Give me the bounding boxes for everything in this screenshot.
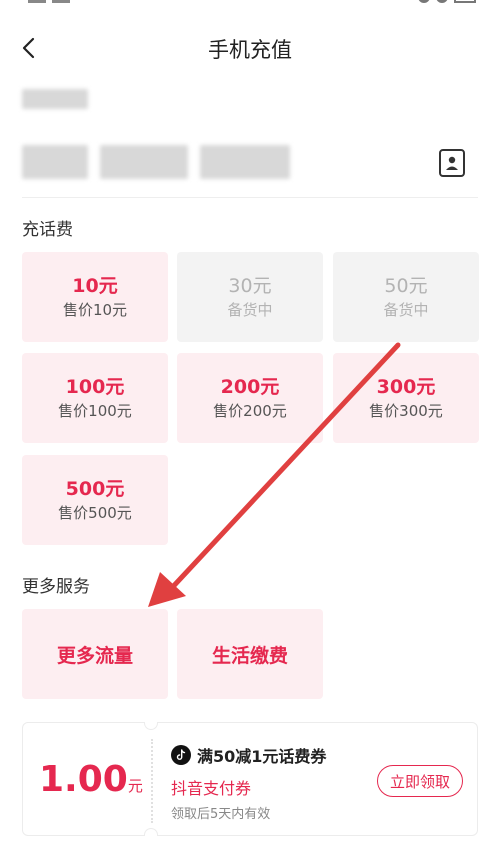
tile-amount: 100元 [65,376,125,398]
coupon-subtitle: 抖音支付券 [171,779,252,798]
signal-icon [52,0,70,3]
tile-amount: 500元 [65,478,125,500]
tile-amount: 30元 [228,275,272,297]
coupon-price-unit: 元 [127,777,143,795]
tile-price: 售价300元 [369,402,443,420]
tile-stock-status: 备货中 [227,301,273,319]
tile-price: 售价10元 [62,301,128,319]
blurred-phone-number [22,145,88,179]
coupon-card: 1.00元 满50减1元话费券 抖音支付券 领取后5天内有效 立即领取 [22,722,478,836]
tile-amount: 200元 [220,376,280,398]
coupon-price-value: 1.00 [39,759,128,800]
service-label: 更多流量 [56,644,133,667]
tile-amount: 10元 [72,275,118,297]
tile-price: 售价200元 [213,402,287,420]
recharge-tile-300[interactable]: 300元 售价300元 [333,353,479,443]
claim-coupon-button[interactable]: 立即领取 [377,765,463,797]
utility-payment-button[interactable]: 生活缴费 [177,609,323,699]
recharge-tile-50: 50元 备货中 [333,252,479,342]
coupon-notch [144,828,158,836]
recharge-tile-30: 30元 备货中 [177,252,323,342]
service-label: 生活缴费 [211,644,288,667]
blurred-account-name [22,89,88,109]
status-bar [0,0,500,10]
battery-icon [454,0,476,3]
tile-amount: 300元 [376,376,436,398]
tile-price: 售价100元 [58,402,132,420]
coupon-divider [151,739,153,823]
tiktok-icon [171,745,191,765]
blurred-phone-number [200,145,290,179]
bell-icon [436,0,448,3]
status-icons [418,0,476,3]
page-title: 手机充值 [208,38,292,62]
recharge-tile-500[interactable]: 500元 售价500元 [22,455,168,545]
recharge-tile-200[interactable]: 200元 售价200元 [177,353,323,443]
coupon-validity-note: 领取后5天内有效 [171,807,271,822]
recharge-section-title: 充话费 [22,220,73,240]
coupon-title-text: 满50减1元话费券 [197,747,327,766]
recharge-tile-10[interactable]: 10元 售价10元 [22,252,168,342]
coupon-notch [144,722,158,730]
tile-amount: 50元 [384,275,428,297]
recharge-tile-100[interactable]: 100元 售价100元 [22,353,168,443]
contact-book-icon [439,149,465,177]
phone-recharge-page: 手机充值 充话费 10元 售价10元 30元 备货中 50元 备货中 100元 … [0,0,500,850]
more-data-button[interactable]: 更多流量 [22,609,168,699]
divider [22,197,478,198]
contacts-button[interactable] [437,147,467,179]
tile-stock-status: 备货中 [383,301,429,319]
blurred-phone-number [100,145,188,179]
signal-icons [28,0,70,3]
location-icon [418,0,430,3]
coupon-title: 满50减1元话费券 [171,743,326,767]
signal-icon [28,0,46,3]
tile-price: 售价500元 [58,504,132,522]
services-section-title: 更多服务 [22,577,90,597]
coupon-price: 1.00元 [39,759,143,800]
header: 手机充值 [0,24,500,72]
